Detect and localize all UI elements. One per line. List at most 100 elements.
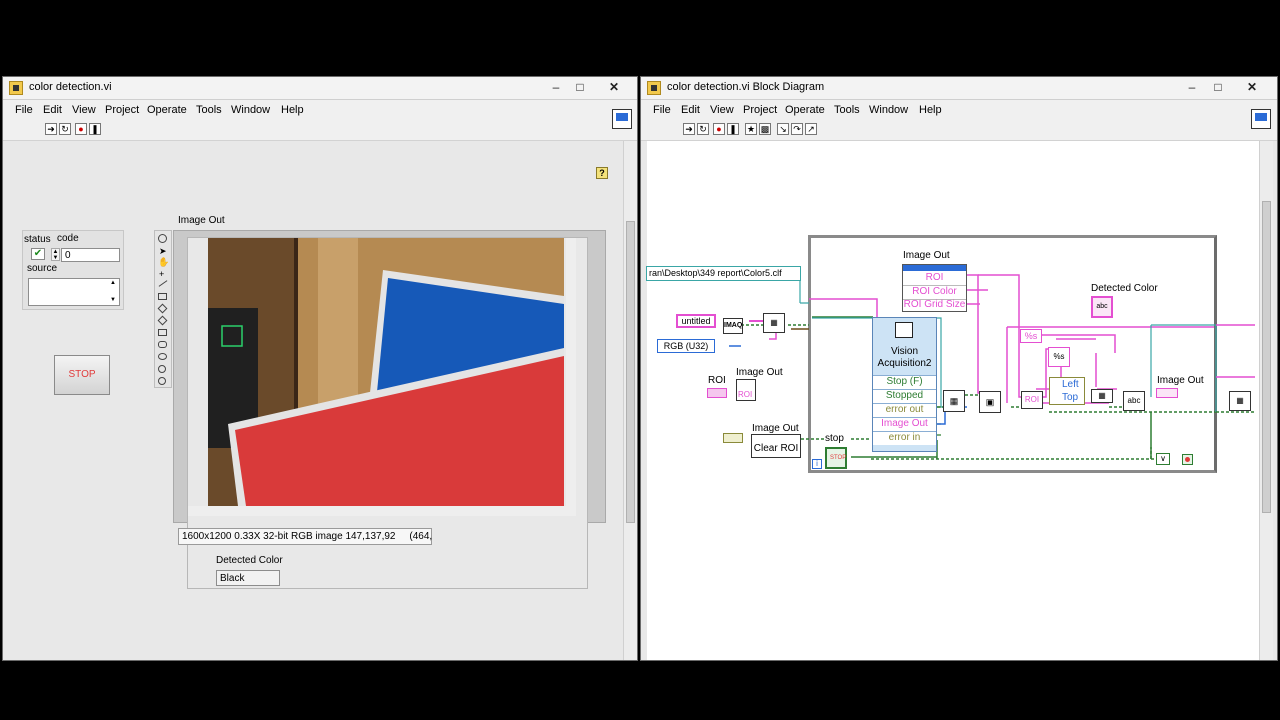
roi-to-rect-vi[interactable]: ▣ <box>979 391 1001 413</box>
rectangle-tool-icon[interactable] <box>158 293 167 300</box>
menu-operate[interactable]: Operate <box>147 104 187 116</box>
property-roi-grid-size[interactable]: ROI Grid Size <box>903 299 966 312</box>
overlay-vi[interactable]: abc <box>1123 391 1145 411</box>
code-field[interactable]: 0 <box>61 248 120 262</box>
wire-path <box>966 274 993 394</box>
front-panel-window: color detection.vi – □ ✕ File Edit View … <box>2 76 638 661</box>
image-out-terminal[interactable] <box>1156 388 1178 398</box>
format-into-string-vi[interactable]: %s <box>1048 347 1070 367</box>
wire-path <box>809 298 878 320</box>
image-out-node-label: Image Out <box>736 367 783 378</box>
menu-tools[interactable]: Tools <box>196 104 222 116</box>
vision-stopped-output[interactable]: Stopped <box>873 389 936 403</box>
vision-error-out[interactable]: error out <box>873 403 936 417</box>
file-read-vi[interactable]: ▦ <box>763 313 785 333</box>
path-constant[interactable]: ran\Desktop\349 report\Color5.clf <box>646 266 801 281</box>
line-tool-icon[interactable] <box>158 280 168 287</box>
pause-icon[interactable]: ❚ <box>89 123 101 135</box>
vision-stop-input[interactable]: Stop (F) <box>873 375 936 389</box>
oval-tool-icon[interactable] <box>158 353 167 360</box>
source-scroll-down-icon[interactable]: ▼ <box>110 297 116 303</box>
bundle-top: Top <box>1062 392 1079 403</box>
menu-help[interactable]: Help <box>281 104 304 116</box>
image-out-roi-property[interactable]: ROI <box>736 379 756 401</box>
vision-title: Vision Acquisition2 <box>877 346 932 369</box>
menu-bar: File Edit View Project Operate Tools Win… <box>3 100 637 120</box>
run-icon[interactable]: ➜ <box>45 123 57 135</box>
vision-acquisition-vi[interactable]: Vision Acquisition2 Stop (F) Stopped err… <box>872 317 937 452</box>
stop-sign-icon <box>1185 457 1190 462</box>
connector-pane-icon[interactable] <box>612 109 632 129</box>
stop-terminal-tag: STOP <box>830 455 847 461</box>
annulus-arc-tool-icon[interactable] <box>158 377 166 385</box>
source-field[interactable] <box>28 278 120 306</box>
menu-edit[interactable]: Edit <box>43 104 62 116</box>
or-function[interactable]: ∨ <box>1156 453 1170 465</box>
wire-path <box>799 274 809 304</box>
format-string-constant[interactable]: %s <box>1020 329 1042 343</box>
property-node-label: Image Out <box>903 250 950 261</box>
freehand-tool-icon[interactable] <box>158 341 167 348</box>
array-build-vi[interactable]: ▦ <box>1091 389 1113 403</box>
scrollbar-thumb[interactable] <box>626 221 635 523</box>
stop-terminal[interactable]: STOP <box>825 447 847 469</box>
loop-condition-terminal[interactable] <box>1182 454 1193 465</box>
rgb-type-constant[interactable]: RGB (U32) <box>657 339 715 353</box>
circle-tool-icon[interactable] <box>158 365 166 373</box>
point-tool-icon[interactable]: + <box>159 269 164 279</box>
detected-color-terminal-label: Detected Color <box>1091 283 1158 294</box>
annulus-tool-icon[interactable] <box>157 315 168 326</box>
source-scroll-up-icon[interactable]: ▲ <box>110 280 116 286</box>
property-roi[interactable]: ROI <box>903 272 966 286</box>
abort-icon[interactable]: ● <box>75 123 87 135</box>
close-camera-vi[interactable]: ▦ <box>1229 391 1251 411</box>
image-const-small[interactable] <box>723 433 743 443</box>
property-node[interactable]: ROI ROI Color ROI Grid Size <box>902 264 967 312</box>
front-panel-scrollbar[interactable] <box>623 141 637 660</box>
imaq-create-vi[interactable]: IMAQ <box>723 318 743 334</box>
bundle-node[interactable]: Left Top <box>1049 377 1085 405</box>
detected-color-terminal[interactable]: abc <box>1091 296 1113 318</box>
front-panel-titlebar[interactable]: color detection.vi – □ ✕ <box>3 77 637 100</box>
pointer-icon[interactable]: ➤ <box>159 246 167 257</box>
source-label: source <box>27 263 58 274</box>
property-roi-color[interactable]: ROI Color <box>903 286 966 300</box>
pan-icon[interactable]: ✋ <box>158 257 169 268</box>
menu-file[interactable]: File <box>15 104 33 116</box>
menu-view[interactable]: View <box>72 104 96 116</box>
minimize-icon[interactable]: – <box>545 79 567 95</box>
image-hscroll[interactable] <box>188 506 576 516</box>
color-classify-vi[interactable]: ▦ <box>943 390 965 412</box>
block-diagram-window: color detection.vi Block Diagram – □ ✕ F… <box>640 76 1278 661</box>
close-icon[interactable]: ✕ <box>603 79 625 95</box>
help-icon[interactable]: ? <box>596 167 608 179</box>
stop-terminal-label: stop <box>825 433 844 444</box>
maximize-icon[interactable]: □ <box>569 79 591 95</box>
vision-image-out[interactable]: Image Out <box>873 417 936 431</box>
stop-button[interactable]: STOP <box>54 355 110 395</box>
bd-scrollbar[interactable] <box>1259 141 1273 660</box>
image-vscroll[interactable] <box>566 238 576 508</box>
roi-tag: ROI <box>738 390 753 399</box>
path-constant-text: ran\Desktop\349 report\Color5.clf <box>649 268 782 278</box>
roi-descriptor-vi[interactable]: ROI <box>1021 391 1043 409</box>
polygon-tool-icon[interactable] <box>158 329 167 336</box>
zoom-icon[interactable] <box>158 234 167 243</box>
iteration-terminal: i <box>812 459 822 469</box>
menu-project[interactable]: Project <box>105 104 139 116</box>
bd-scrollbar-thumb[interactable] <box>1262 201 1271 513</box>
run-continuous-icon[interactable]: ↻ <box>59 123 71 135</box>
menu-window[interactable]: Window <box>231 104 270 116</box>
code-stepper-icon[interactable]: ▲ ▼ <box>51 248 60 261</box>
vision-error-in[interactable]: error in <box>873 431 936 445</box>
bundle-left: Left <box>1062 379 1079 390</box>
clear-roi-method[interactable]: Clear ROI <box>751 434 801 458</box>
image-info-text: 1600x1200 0.33X 32-bit RGB image 147,137… <box>182 531 433 542</box>
image-out-terminal-label: Image Out <box>1157 375 1204 386</box>
roi-constant[interactable] <box>707 388 727 398</box>
image-out-label: Image Out <box>178 215 225 226</box>
detected-color-label: Detected Color <box>216 555 283 566</box>
untitled-constant[interactable]: untitled <box>676 314 716 328</box>
roi-const-label: ROI <box>708 375 726 386</box>
rotated-rect-tool-icon[interactable] <box>157 303 168 314</box>
